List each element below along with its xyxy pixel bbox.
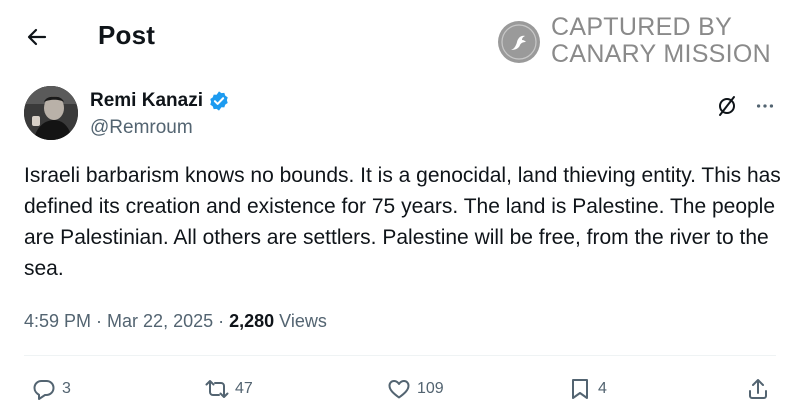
- reply-button[interactable]: 3: [32, 372, 71, 406]
- action-bar: 3 47 109 4: [0, 372, 800, 406]
- author-handle[interactable]: @Remroum: [90, 117, 193, 139]
- heart-icon: [388, 380, 410, 399]
- more-dots-icon: [756, 104, 774, 108]
- reply-icon: [33, 380, 55, 400]
- post-date[interactable]: Mar 22, 2025: [107, 311, 213, 331]
- like-count: 109: [417, 380, 444, 397]
- repost-icon: [205, 380, 229, 398]
- grok-button[interactable]: [714, 93, 740, 119]
- share-icon: [749, 379, 767, 399]
- reply-count: 3: [62, 380, 71, 397]
- views-label: Views: [274, 311, 327, 331]
- post-time[interactable]: 4:59 PM: [24, 311, 91, 331]
- repost-button[interactable]: 47: [205, 372, 253, 406]
- meta-separator: ·: [91, 311, 108, 331]
- avatar-photo: [24, 86, 78, 140]
- watermark-line-1: CAPTURED BY: [551, 13, 733, 41]
- share-button[interactable]: [746, 372, 770, 406]
- page-title: Post: [98, 20, 156, 50]
- bookmark-icon: [572, 379, 588, 399]
- author-name[interactable]: Remi Kanazi: [90, 90, 203, 112]
- repost-count: 47: [235, 380, 253, 397]
- more-options-button[interactable]: [752, 93, 778, 119]
- watermark: CAPTURED BY CANARY MISSION: [497, 14, 787, 70]
- grok-icon: [719, 96, 735, 116]
- like-button[interactable]: 109: [387, 372, 444, 406]
- avatar[interactable]: [24, 86, 78, 140]
- verified-badge-icon: [208, 90, 230, 112]
- back-arrow-icon: [27, 28, 47, 46]
- back-button[interactable]: [22, 22, 52, 52]
- bookmark-button[interactable]: 4: [568, 372, 607, 406]
- views-count: 2,280: [229, 311, 275, 331]
- watermark-line-2: CANARY MISSION: [551, 40, 771, 68]
- post-text: Israeli barbarism knows no bounds. It is…: [24, 164, 781, 280]
- post-meta: 4:59 PM · Mar 22, 2025 · 2,280 Views: [24, 311, 327, 332]
- canary-logo-icon: [498, 21, 540, 63]
- meta-separator: ·: [213, 311, 230, 331]
- divider: [24, 355, 776, 356]
- bookmark-count: 4: [598, 380, 607, 397]
- post-header: Post CAPTURED BY CANARY MISSION: [0, 0, 800, 72]
- author-name-row: Remi Kanazi: [90, 90, 230, 112]
